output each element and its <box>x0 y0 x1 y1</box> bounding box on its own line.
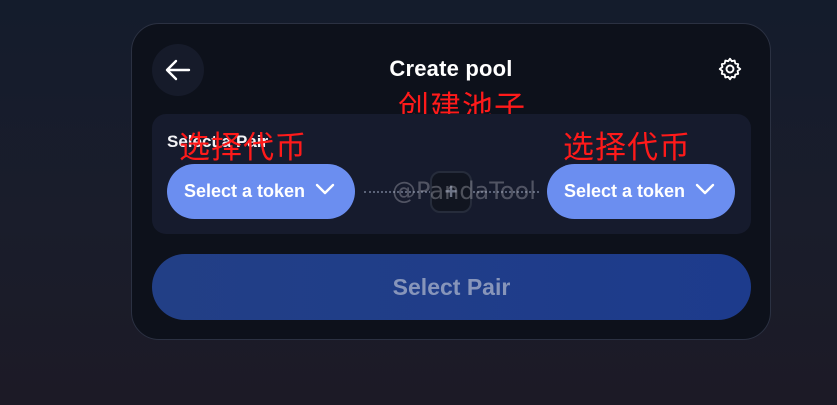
annotation-select-token-left: 选择代币 <box>179 130 307 166</box>
chevron-down-icon <box>695 183 715 195</box>
chevron-down-icon <box>315 183 335 195</box>
create-pool-card: Create pool 创建池子 Select a Pair + @PandaT… <box>131 23 771 340</box>
page-title: Create pool <box>389 56 513 81</box>
annotation-select-token-right: 选择代币 <box>563 130 691 166</box>
gear-icon <box>718 57 742 81</box>
token-b-label: Select a token <box>564 181 686 201</box>
select-pair-button[interactable]: Select Pair <box>152 254 751 320</box>
watermark: @PandaTool <box>392 177 536 205</box>
settings-button[interactable] <box>715 54 745 84</box>
select-token-a-button[interactable]: Select a token <box>167 164 355 219</box>
token-a-label: Select a token <box>184 181 306 201</box>
select-token-b-button[interactable]: Select a token <box>547 164 735 219</box>
select-pair-label: Select Pair <box>392 273 511 300</box>
